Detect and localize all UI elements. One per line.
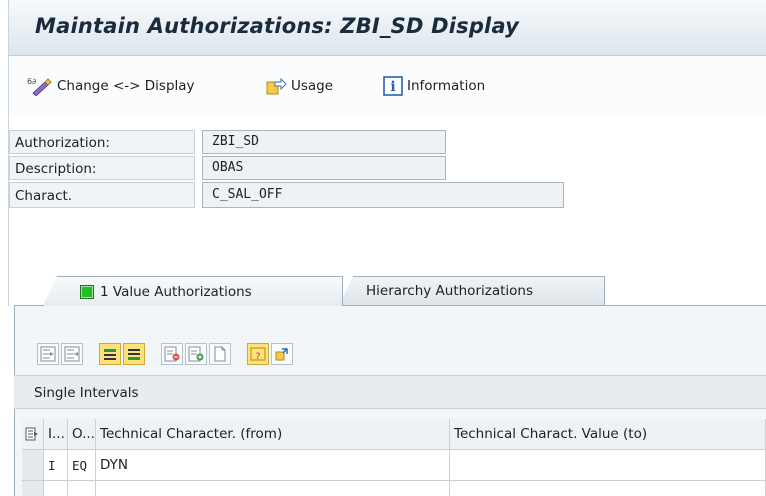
row-selector[interactable] — [22, 481, 44, 496]
table-row-empty[interactable] — [22, 481, 766, 496]
usage-icon — [265, 76, 287, 96]
description-label: Description: — [9, 156, 195, 180]
svg-text:6∂: 6∂ — [27, 77, 36, 86]
application-toolbar: 6∂ Change <-> Display Usage i Informatio… — [8, 56, 766, 116]
header-form: Authorization: ZBI_SD Description: OBAS … — [8, 116, 766, 246]
authorization-field[interactable]: ZBI_SD — [202, 130, 446, 154]
sort-descending-icon[interactable] — [123, 343, 145, 365]
authorization-label: Authorization: — [9, 130, 195, 154]
insert-row-icon[interactable] — [185, 343, 207, 365]
cell-o[interactable]: EQ — [68, 450, 96, 481]
tab-hierarchy-authorizations[interactable]: Hierarchy Authorizations — [339, 276, 605, 306]
cell-o[interactable] — [68, 481, 96, 496]
table-icon-bar: ? — [37, 342, 293, 366]
cell-from[interactable]: DYN — [96, 450, 450, 481]
svg-text:?: ? — [256, 352, 261, 362]
cell-i[interactable] — [44, 481, 68, 496]
column-header-o[interactable]: O... — [68, 419, 96, 450]
sort-ascending-icon[interactable] — [99, 343, 121, 365]
delete-row-icon[interactable] — [161, 343, 183, 365]
table-header: I... O... Technical Character. (from) Te… — [22, 419, 766, 450]
row-selector[interactable] — [22, 450, 44, 481]
select-all-icon[interactable] — [37, 343, 59, 365]
new-page-icon[interactable] — [209, 343, 231, 365]
charact-field[interactable]: C_SAL_OFF — [202, 182, 564, 208]
change-display-label: Change <-> Display — [57, 78, 195, 94]
charact-label: Charact. — [9, 182, 195, 208]
column-header-i[interactable]: I... — [44, 419, 68, 450]
charact-row: Charact. C_SAL_OFF — [9, 182, 766, 208]
table-settings-icon[interactable] — [22, 419, 44, 450]
column-header-to[interactable]: Technical Charact. Value (to) — [450, 419, 766, 450]
section-title: Single Intervals — [14, 375, 766, 409]
green-status-icon — [80, 284, 94, 299]
description-row: Description: OBAS — [9, 156, 766, 180]
cell-to[interactable] — [450, 450, 766, 481]
usage-label: Usage — [291, 78, 334, 94]
information-button[interactable]: i Information — [383, 74, 485, 98]
value-help-icon[interactable]: ? — [247, 343, 269, 365]
deselect-all-icon[interactable] — [61, 343, 83, 365]
page-title: Maintain Authorizations: ZBI_SD Display — [35, 14, 520, 38]
information-icon: i — [383, 76, 403, 96]
title-bar: Maintain Authorizations: ZBI_SD Display — [8, 0, 766, 56]
cell-to[interactable] — [450, 481, 766, 496]
information-label: Information — [407, 78, 486, 94]
change-display-icon: 6∂ — [27, 76, 53, 96]
table-row[interactable]: I EQ DYN — [22, 450, 766, 481]
tab-value-authorizations[interactable]: 1 Value Authorizations — [43, 276, 343, 306]
change-display-button[interactable]: 6∂ Change <-> Display — [27, 74, 195, 98]
tab-strip: 1 Value Authorizations Hierarchy Authori… — [8, 246, 766, 306]
cell-i[interactable]: I — [44, 450, 68, 481]
authorization-row: Authorization: ZBI_SD — [9, 130, 766, 154]
usage-button[interactable]: Usage — [265, 74, 333, 98]
description-field[interactable]: OBAS — [202, 156, 446, 180]
tab-label: 1 Value Authorizations — [100, 283, 252, 300]
single-intervals-table: I... O... Technical Character. (from) Te… — [22, 419, 766, 496]
cell-from[interactable] — [96, 481, 450, 496]
transfer-icon[interactable] — [271, 343, 293, 365]
column-header-from[interactable]: Technical Character. (from) — [96, 419, 450, 450]
svg-text:i: i — [390, 79, 395, 95]
tab-label: Hierarchy Authorizations — [366, 283, 533, 299]
